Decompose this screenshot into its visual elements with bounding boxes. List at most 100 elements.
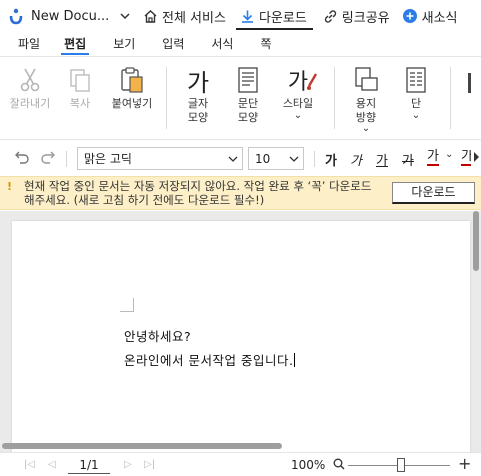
ribbon-more-icon[interactable] xyxy=(468,73,471,93)
vertical-scroll-thumb[interactable] xyxy=(473,211,479,271)
text-cursor xyxy=(294,353,296,367)
chevron-down-icon xyxy=(228,156,238,162)
chevron-down-icon[interactable] xyxy=(119,10,131,22)
columns-button[interactable]: 단 ⌄ xyxy=(396,63,436,121)
page-orientation-icon xyxy=(355,67,378,91)
font-name-select[interactable]: 맑은 고딕 xyxy=(77,147,243,170)
notice-text: 현재 작업 중인 문서는 자동 저장되지 않아요. 작업 완료 후 ‘꼭’ 다운… xyxy=(24,179,372,207)
font-shape-label-2: 모양 xyxy=(187,111,209,124)
tab-edit[interactable]: 편집 xyxy=(52,32,98,56)
paste-button[interactable]: 붙여넣기 xyxy=(104,63,160,111)
tab-format[interactable]: 서식 xyxy=(199,32,245,56)
tab-file[interactable]: 파일 xyxy=(6,32,52,56)
tab-insert[interactable]: 입력 xyxy=(150,32,196,56)
style-chevron-icon: ⌄ xyxy=(293,110,303,121)
paragraph-shape-button[interactable]: 문단 모양 xyxy=(228,63,268,125)
download-button[interactable]: 다운로드 xyxy=(392,182,475,204)
chevron-down-icon xyxy=(289,156,299,162)
italic-button[interactable]: 가 xyxy=(350,150,362,169)
link-share-label: 링크공유 xyxy=(341,10,390,26)
top-bar: New Docu... 전체 서비스 다운로드 링크공유 새소식 xyxy=(0,0,481,32)
copy-label: 복사 xyxy=(69,97,91,110)
font-color-button[interactable]: 가 xyxy=(427,150,439,166)
strikethrough-button[interactable]: 가 xyxy=(402,150,414,169)
zoom-level[interactable]: 100% xyxy=(291,458,325,472)
brush-icon xyxy=(307,73,318,90)
news-label: 새소식 xyxy=(421,10,458,26)
all-services-label: 전체 서비스 xyxy=(162,10,226,26)
bold-button[interactable]: 가 xyxy=(325,150,337,169)
copy-icon xyxy=(70,69,90,92)
font-size-select[interactable]: 10 xyxy=(248,147,304,170)
plus-circle-icon xyxy=(402,9,417,23)
cut-button[interactable]: 잘라내기 xyxy=(6,63,54,111)
columns-label: 단 xyxy=(410,97,422,110)
last-page-icon[interactable]: ▷| xyxy=(144,459,155,470)
ribbon-divider xyxy=(334,67,335,129)
toolbar-divider xyxy=(314,151,315,167)
document-title[interactable]: New Docu... xyxy=(31,9,115,24)
zoom-in-icon[interactable]: + xyxy=(458,454,471,473)
page-direction-chevron-icon: ⌄ xyxy=(361,123,371,134)
scissors-icon xyxy=(20,68,40,92)
paragraph-shape-label-2: 모양 xyxy=(237,111,259,124)
document-page[interactable]: 안녕하세요? 온라인에서 문서작업 중입니다. xyxy=(12,221,470,452)
horizontal-scroll-thumb[interactable] xyxy=(2,443,282,449)
autosave-notice: ! 현재 작업 중인 문서는 자동 저장되지 않아요. 작업 완료 후 ‘꼭’ … xyxy=(0,176,481,210)
home-icon xyxy=(144,9,157,23)
font-size-value: 10 xyxy=(255,151,271,166)
menu-bar: 파일 편집 보기 입력 서식 쪽 xyxy=(0,32,481,56)
highlight-button[interactable]: 가 xyxy=(461,150,471,166)
link-share-button[interactable]: 링크공유 xyxy=(323,0,390,32)
undo-icon[interactable] xyxy=(14,150,30,164)
format-toolbar: 맑은 고딕 10 가 가 가 가 가 ⌄ 가 xyxy=(0,141,481,175)
style-button[interactable]: 가 스타일 ⌄ xyxy=(276,63,320,121)
cut-label: 잘라내기 xyxy=(9,97,51,110)
next-page-icon[interactable]: ▷ xyxy=(124,459,132,470)
document-area: 안녕하세요? 온라인에서 문서작업 중입니다. xyxy=(0,211,481,452)
app-logo-icon[interactable] xyxy=(9,8,23,25)
warning-icon: ! xyxy=(7,180,13,193)
ribbon-toolbar: 잘라내기 복사 붙여넣기 가 글자 모양 문단 모양 가 스타일 ⌄ 용지 방향… xyxy=(0,56,481,140)
first-page-icon[interactable]: |◁ xyxy=(24,459,35,470)
vertical-scrollbar[interactable] xyxy=(471,211,481,452)
style-label: 스타일 xyxy=(282,97,314,110)
columns-icon xyxy=(406,67,426,93)
zoom-slider-thumb[interactable] xyxy=(397,458,405,472)
font-name-value: 맑은 고딕 xyxy=(84,152,132,166)
news-button[interactable]: 새소식 xyxy=(402,0,458,32)
underline-button[interactable]: 가 xyxy=(376,150,388,169)
ribbon-divider xyxy=(166,67,167,129)
font-color-chevron-icon[interactable]: ⌄ xyxy=(445,149,453,160)
paste-label: 붙여넣기 xyxy=(111,97,153,110)
margin-corner-mark xyxy=(120,298,134,312)
all-services-button[interactable]: 전체 서비스 xyxy=(143,0,226,32)
paste-icon xyxy=(121,67,143,93)
ribbon-divider xyxy=(450,67,451,129)
page-direction-button[interactable]: 용지 방향 ⌄ xyxy=(344,63,388,134)
redo-icon[interactable] xyxy=(40,150,56,164)
document-line[interactable]: 안녕하세요? xyxy=(124,326,191,345)
page-direction-label-1: 용지 xyxy=(355,97,377,110)
zoom-search-icon[interactable] xyxy=(333,458,345,473)
prev-page-icon[interactable]: ◁ xyxy=(48,459,56,470)
font-shape-label-1: 글자 xyxy=(187,97,209,110)
toolbar-divider xyxy=(66,151,67,167)
horizontal-scrollbar[interactable] xyxy=(0,441,471,451)
columns-chevron-icon: ⌄ xyxy=(411,110,421,121)
paragraph-icon xyxy=(238,67,258,93)
font-shape-button[interactable]: 가 글자 모양 xyxy=(178,63,218,125)
paragraph-shape-label-1: 문단 xyxy=(237,97,259,110)
tab-page[interactable]: 쪽 xyxy=(248,32,283,56)
copy-button[interactable]: 복사 xyxy=(58,63,102,111)
document-line[interactable]: 온라인에서 문서작업 중입니다. xyxy=(124,350,296,369)
font-shape-glyph: 가 xyxy=(186,68,210,97)
document-line-text: 온라인에서 문서작업 중입니다. xyxy=(124,353,294,368)
download-top-button[interactable]: 다운로드 xyxy=(235,0,313,32)
status-bar: |◁ ◁ 1/1 ▷ ▷| 100% + xyxy=(0,452,481,476)
toolbar-scroll-right-icon[interactable] xyxy=(472,151,480,166)
page-indicator[interactable]: 1/1 xyxy=(68,456,110,474)
download-icon xyxy=(241,10,253,23)
tab-view[interactable]: 보기 xyxy=(101,32,147,56)
link-icon xyxy=(324,9,336,23)
